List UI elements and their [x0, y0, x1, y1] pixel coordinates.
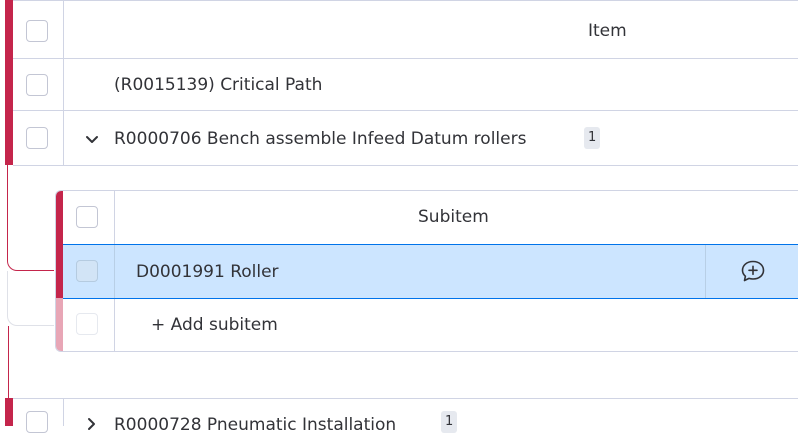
row-checkbox[interactable] — [26, 74, 48, 96]
subitem-column-header[interactable]: Subitem — [418, 206, 489, 228]
item-name[interactable]: R0000706 Bench assemble Infeed Datum rol… — [114, 128, 526, 150]
subitem-select-all-checkbox[interactable] — [76, 206, 98, 228]
subitem-count-badge[interactable]: 1 — [441, 411, 458, 433]
item-column-header[interactable]: Item — [588, 20, 627, 42]
row-checkbox[interactable] — [26, 411, 48, 433]
table-row[interactable]: R0000706 Bench assemble Infeed Datum rol… — [13, 111, 798, 165]
add-subitem-button[interactable]: + Add subitem — [151, 314, 278, 336]
subitem-count-badge[interactable]: 1 — [584, 127, 601, 149]
chevron-down-icon[interactable] — [85, 135, 99, 145]
select-all-checkbox[interactable] — [26, 20, 48, 42]
table-row[interactable]: R0000728 Pneumatic Installation 1 — [13, 399, 798, 435]
item-name[interactable]: R0000728 Pneumatic Installation — [114, 414, 396, 436]
subitem-color-bar — [56, 191, 63, 298]
group-color-bar — [5, 0, 13, 165]
item-name[interactable]: (R0015139) Critical Path — [114, 74, 322, 96]
row-checkbox[interactable] — [26, 127, 48, 149]
add-update-icon[interactable] — [740, 259, 766, 283]
chevron-right-icon[interactable] — [87, 417, 97, 431]
subitem-color-bar-faint — [56, 298, 63, 351]
tree-connector — [7, 165, 54, 271]
add-subitem-checkbox — [76, 313, 98, 335]
tree-connector-down — [8, 326, 9, 398]
table-row[interactable]: (R0015139) Critical Path — [13, 59, 798, 110]
subitem-checkbox[interactable] — [76, 260, 98, 282]
subitem-name[interactable]: D0001991 Roller — [136, 261, 279, 283]
table-top-border — [13, 0, 798, 1]
subitems-table: Subitem D0001991 Roller + Add subitem — [55, 190, 798, 352]
subitem-row[interactable]: D0001991 Roller — [63, 244, 798, 299]
group-color-bar-next — [5, 398, 13, 426]
tree-connector-faint — [7, 271, 54, 326]
